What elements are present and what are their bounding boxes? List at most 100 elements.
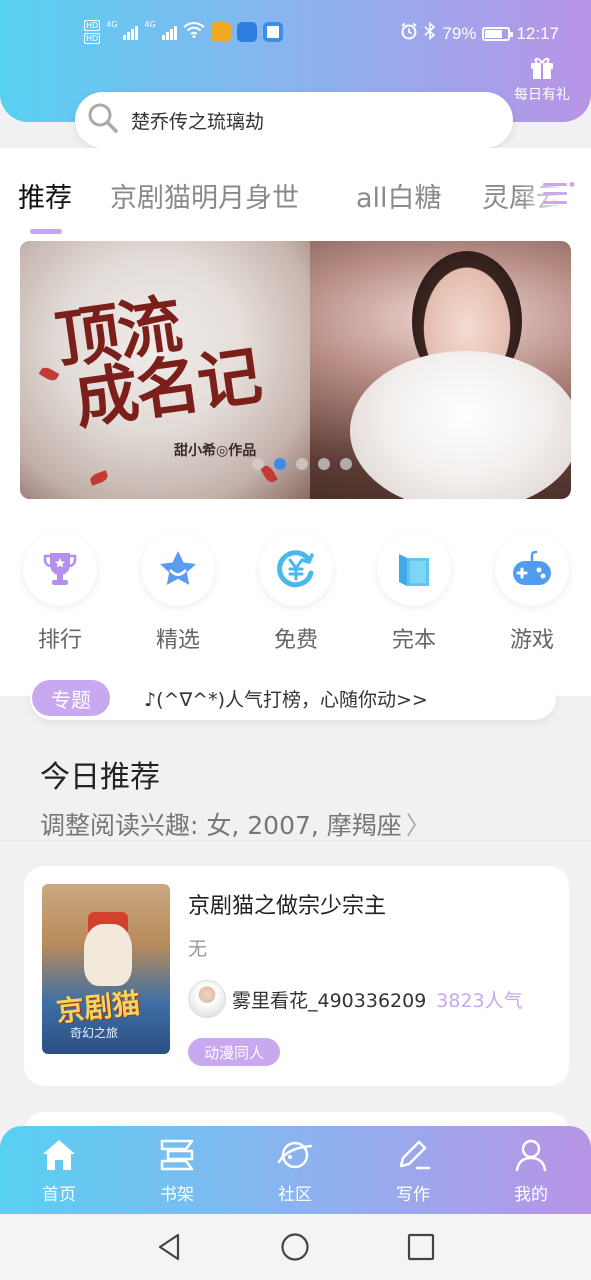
cover-tagline: 奇幻之旅 [70, 1026, 119, 1040]
quick-nav-label: 排行 [37, 628, 82, 653]
book-cover[interactable]: 京剧猫 奇幻之旅 [42, 884, 170, 1054]
user-icon [515, 1139, 547, 1172]
battery-fill [485, 29, 503, 38]
search-bar[interactable]: 楚乔传之琉璃劫 [75, 92, 513, 148]
quick-nav-label: 完本 [391, 628, 436, 653]
nav-label: 写作 [396, 1185, 430, 1205]
author-row[interactable]: 雾里看花_490336209 3823人气 [188, 980, 523, 1018]
recents-button[interactable] [406, 1232, 436, 1266]
quick-nav-icon-wrap [23, 532, 97, 606]
gamepad-icon [513, 550, 551, 585]
pen-icon [399, 1140, 431, 1170]
tab-recommend[interactable]: 推荐 [18, 176, 72, 215]
quick-nav-icon-wrap [377, 532, 451, 606]
author-name: 雾里看花_490336209 [232, 989, 427, 1012]
category-menu-icon[interactable] [543, 180, 575, 212]
bluetooth-icon [424, 21, 436, 45]
signal-icon [123, 24, 139, 40]
search-placeholder: 楚乔传之琉璃劫 [131, 110, 265, 133]
book-icon [399, 554, 429, 586]
banner-art [350, 351, 571, 499]
battery-icon [482, 26, 514, 41]
section-title: 今日推荐 [40, 760, 160, 795]
nav-write[interactable]: 写作 [373, 1138, 453, 1205]
topic-text: ♪(^∇^*)人气打榜，心随你动>> [144, 688, 428, 711]
genre-tag[interactable]: 动漫同人 [188, 1038, 281, 1066]
avatar [188, 980, 226, 1018]
signal-icon [161, 24, 177, 40]
carousel-dots [252, 458, 352, 470]
nav-bookshelf[interactable]: 书架 [137, 1138, 217, 1205]
nav-label: 社区 [278, 1185, 312, 1205]
nav-label: 我的 [514, 1185, 548, 1205]
bottom-nav: 首页 书架 社区 写作 我的 [0, 1126, 591, 1214]
nav-profile[interactable]: 我的 [491, 1138, 571, 1205]
status-left: HD HD 4G 4G [84, 20, 283, 44]
quick-nav-label: 免费 [273, 628, 318, 653]
quick-nav-icon-wrap [495, 532, 569, 606]
book-card[interactable]: 京剧猫 奇幻之旅 京剧猫之做宗少宗主 无 雾里看花_490336209 3823… [24, 866, 569, 1086]
quick-nav: 排行 精选 免费 完本 游戏 [0, 532, 591, 662]
cover-art [84, 924, 132, 986]
topic-bar[interactable]: 专题 ♪(^∇^*)人气打榜，心随你动>> [30, 676, 556, 720]
nav-community[interactable]: 社区 [255, 1138, 335, 1205]
chevron-right-icon: 〉 [405, 811, 431, 840]
banner-author: 甜小希◎作品 [174, 443, 257, 459]
clock: 12:17 [516, 23, 559, 43]
home-icon [43, 1140, 75, 1170]
battery-percent: 79% [442, 23, 477, 43]
recents-square-icon [407, 1233, 435, 1261]
reading-interest-text: 调整阅读兴趣: 女, 2007, 摩羯座 [40, 811, 402, 840]
category-tabs: 推荐 京剧猫明月身世 all白糖 灵犀云 [0, 176, 591, 236]
banner-title: 顶流 成名记 [51, 284, 264, 439]
carousel-dot[interactable] [318, 458, 330, 470]
notification-app-icon [210, 22, 231, 42]
back-triangle-icon [158, 1233, 180, 1261]
yen-coin-icon [277, 550, 314, 588]
daily-gift-button[interactable]: 每日有礼 [509, 56, 575, 104]
quick-nav-icon-wrap [259, 532, 333, 606]
popularity-count: 3823人气 [436, 989, 523, 1012]
book-title[interactable]: 京剧猫之做宗少宗主 [188, 888, 386, 920]
planet-icon [277, 1141, 313, 1169]
home-circle-icon [281, 1233, 309, 1261]
trophy-icon [43, 553, 77, 585]
wifi-icon [183, 21, 205, 43]
carousel-dot[interactable] [274, 458, 286, 470]
nav-home[interactable]: 首页 [19, 1138, 99, 1205]
home-button[interactable] [280, 1232, 310, 1266]
tab-beijing-opera-cat[interactable]: 京剧猫明月身世 [110, 176, 299, 215]
divider [0, 840, 591, 841]
gift-icon [531, 57, 553, 79]
status-bar: HD HD 4G 4G 79% 12:17 [0, 18, 591, 50]
hd-indicator: HD HD [84, 20, 101, 44]
nav-label: 首页 [42, 1185, 76, 1205]
promo-banner[interactable]: 顶流 成名记 甜小希◎作品 [20, 241, 571, 499]
quick-nav-label: 精选 [155, 628, 200, 653]
bookshelf-icon [160, 1139, 194, 1171]
network-type-2: 4G [144, 20, 156, 29]
star-icon [160, 551, 196, 585]
cover-logo: 京剧猫 [54, 986, 142, 1029]
quick-nav-free[interactable]: 免费 [258, 532, 334, 654]
nav-label: 书架 [160, 1185, 194, 1205]
quick-nav-completed[interactable]: 完本 [376, 532, 452, 654]
reading-interest-link[interactable]: 调整阅读兴趣: 女, 2007, 摩羯座〉 [40, 806, 431, 842]
quick-nav-icon-wrap [141, 532, 215, 606]
quick-nav-ranking[interactable]: 排行 [22, 532, 98, 654]
back-button[interactable] [154, 1232, 184, 1266]
tab-all-sugar[interactable]: all白糖 [356, 176, 442, 215]
tab-active-indicator [30, 229, 62, 234]
quick-nav-featured[interactable]: 精选 [140, 532, 216, 654]
search-icon [87, 102, 119, 138]
quick-nav-label: 游戏 [509, 628, 554, 653]
topic-badge: 专题 [32, 680, 110, 716]
quick-nav-games[interactable]: 游戏 [494, 532, 570, 654]
network-type-1: 4G [106, 20, 118, 29]
alarm-icon [400, 22, 418, 45]
status-right: 79% 12:17 [400, 21, 559, 45]
carousel-dot[interactable] [252, 458, 264, 470]
system-nav-bar [0, 1214, 591, 1280]
carousel-dot[interactable] [296, 458, 308, 470]
carousel-dot[interactable] [340, 458, 352, 470]
